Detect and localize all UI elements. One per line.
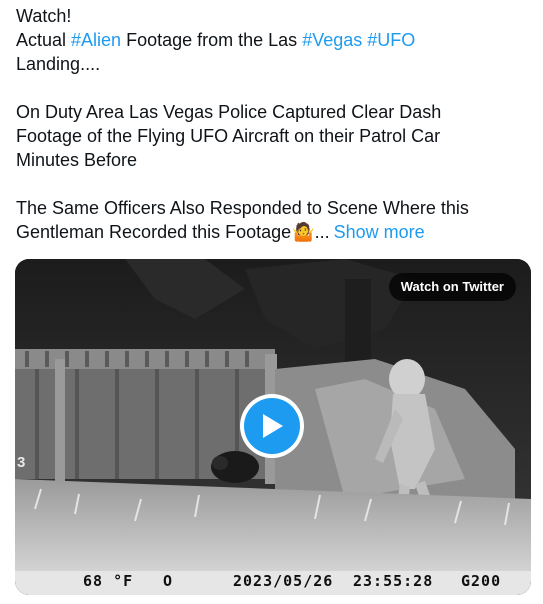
date-readout: 2023/05/26	[233, 572, 334, 590]
tweet-line-1: Watch!	[16, 6, 72, 26]
moon-phase-icon: O	[163, 572, 174, 590]
hashtag-alien[interactable]: #Alien	[71, 30, 121, 50]
hashtag-vegas[interactable]: #Vegas	[302, 30, 362, 50]
ellipsis: ...	[314, 222, 330, 242]
tweet-line-3: Landing....	[16, 54, 101, 74]
shrug-emoji: 🤷	[292, 222, 315, 242]
tweet-line-8: Gentleman Recorded this Footage🤷... Show …	[16, 220, 531, 244]
show-more-link[interactable]: Show more	[334, 222, 425, 242]
tweet-line-6: Minutes Before	[16, 150, 138, 170]
camera-id: G200	[461, 572, 502, 590]
text-span: Gentleman Recorded this Footage	[16, 222, 292, 242]
temperature-readout: 68 °F	[83, 572, 134, 590]
tweet-text: Watch! Actual #Alien Footage from the La…	[16, 4, 531, 244]
play-button[interactable]	[240, 394, 304, 458]
tweet-line-5: Footage of the Flying UFO Aircraft on th…	[16, 126, 441, 146]
overlay-mark: 3	[17, 454, 26, 471]
video-player[interactable]: Watch on Twitter 3 68 °F O 2023/05/26 23…	[15, 259, 531, 595]
text-span: Footage from the Las	[121, 30, 303, 50]
time-readout: 23:55:28	[353, 572, 434, 590]
tweet-line-2: Actual #Alien Footage from the Las #Vega…	[16, 28, 531, 52]
watch-on-twitter-button[interactable]: Watch on Twitter	[388, 273, 516, 301]
play-icon	[244, 398, 300, 454]
hashtag-ufo[interactable]: #UFO	[367, 30, 415, 50]
tweet-line-7: The Same Officers Also Responded to Scen…	[16, 198, 469, 218]
tweet-line-4: On Duty Area Las Vegas Police Captured C…	[16, 102, 442, 122]
text-span: Actual	[16, 30, 72, 50]
camera-info-bar: 68 °F O 2023/05/26 23:55:28 G200	[15, 569, 531, 595]
